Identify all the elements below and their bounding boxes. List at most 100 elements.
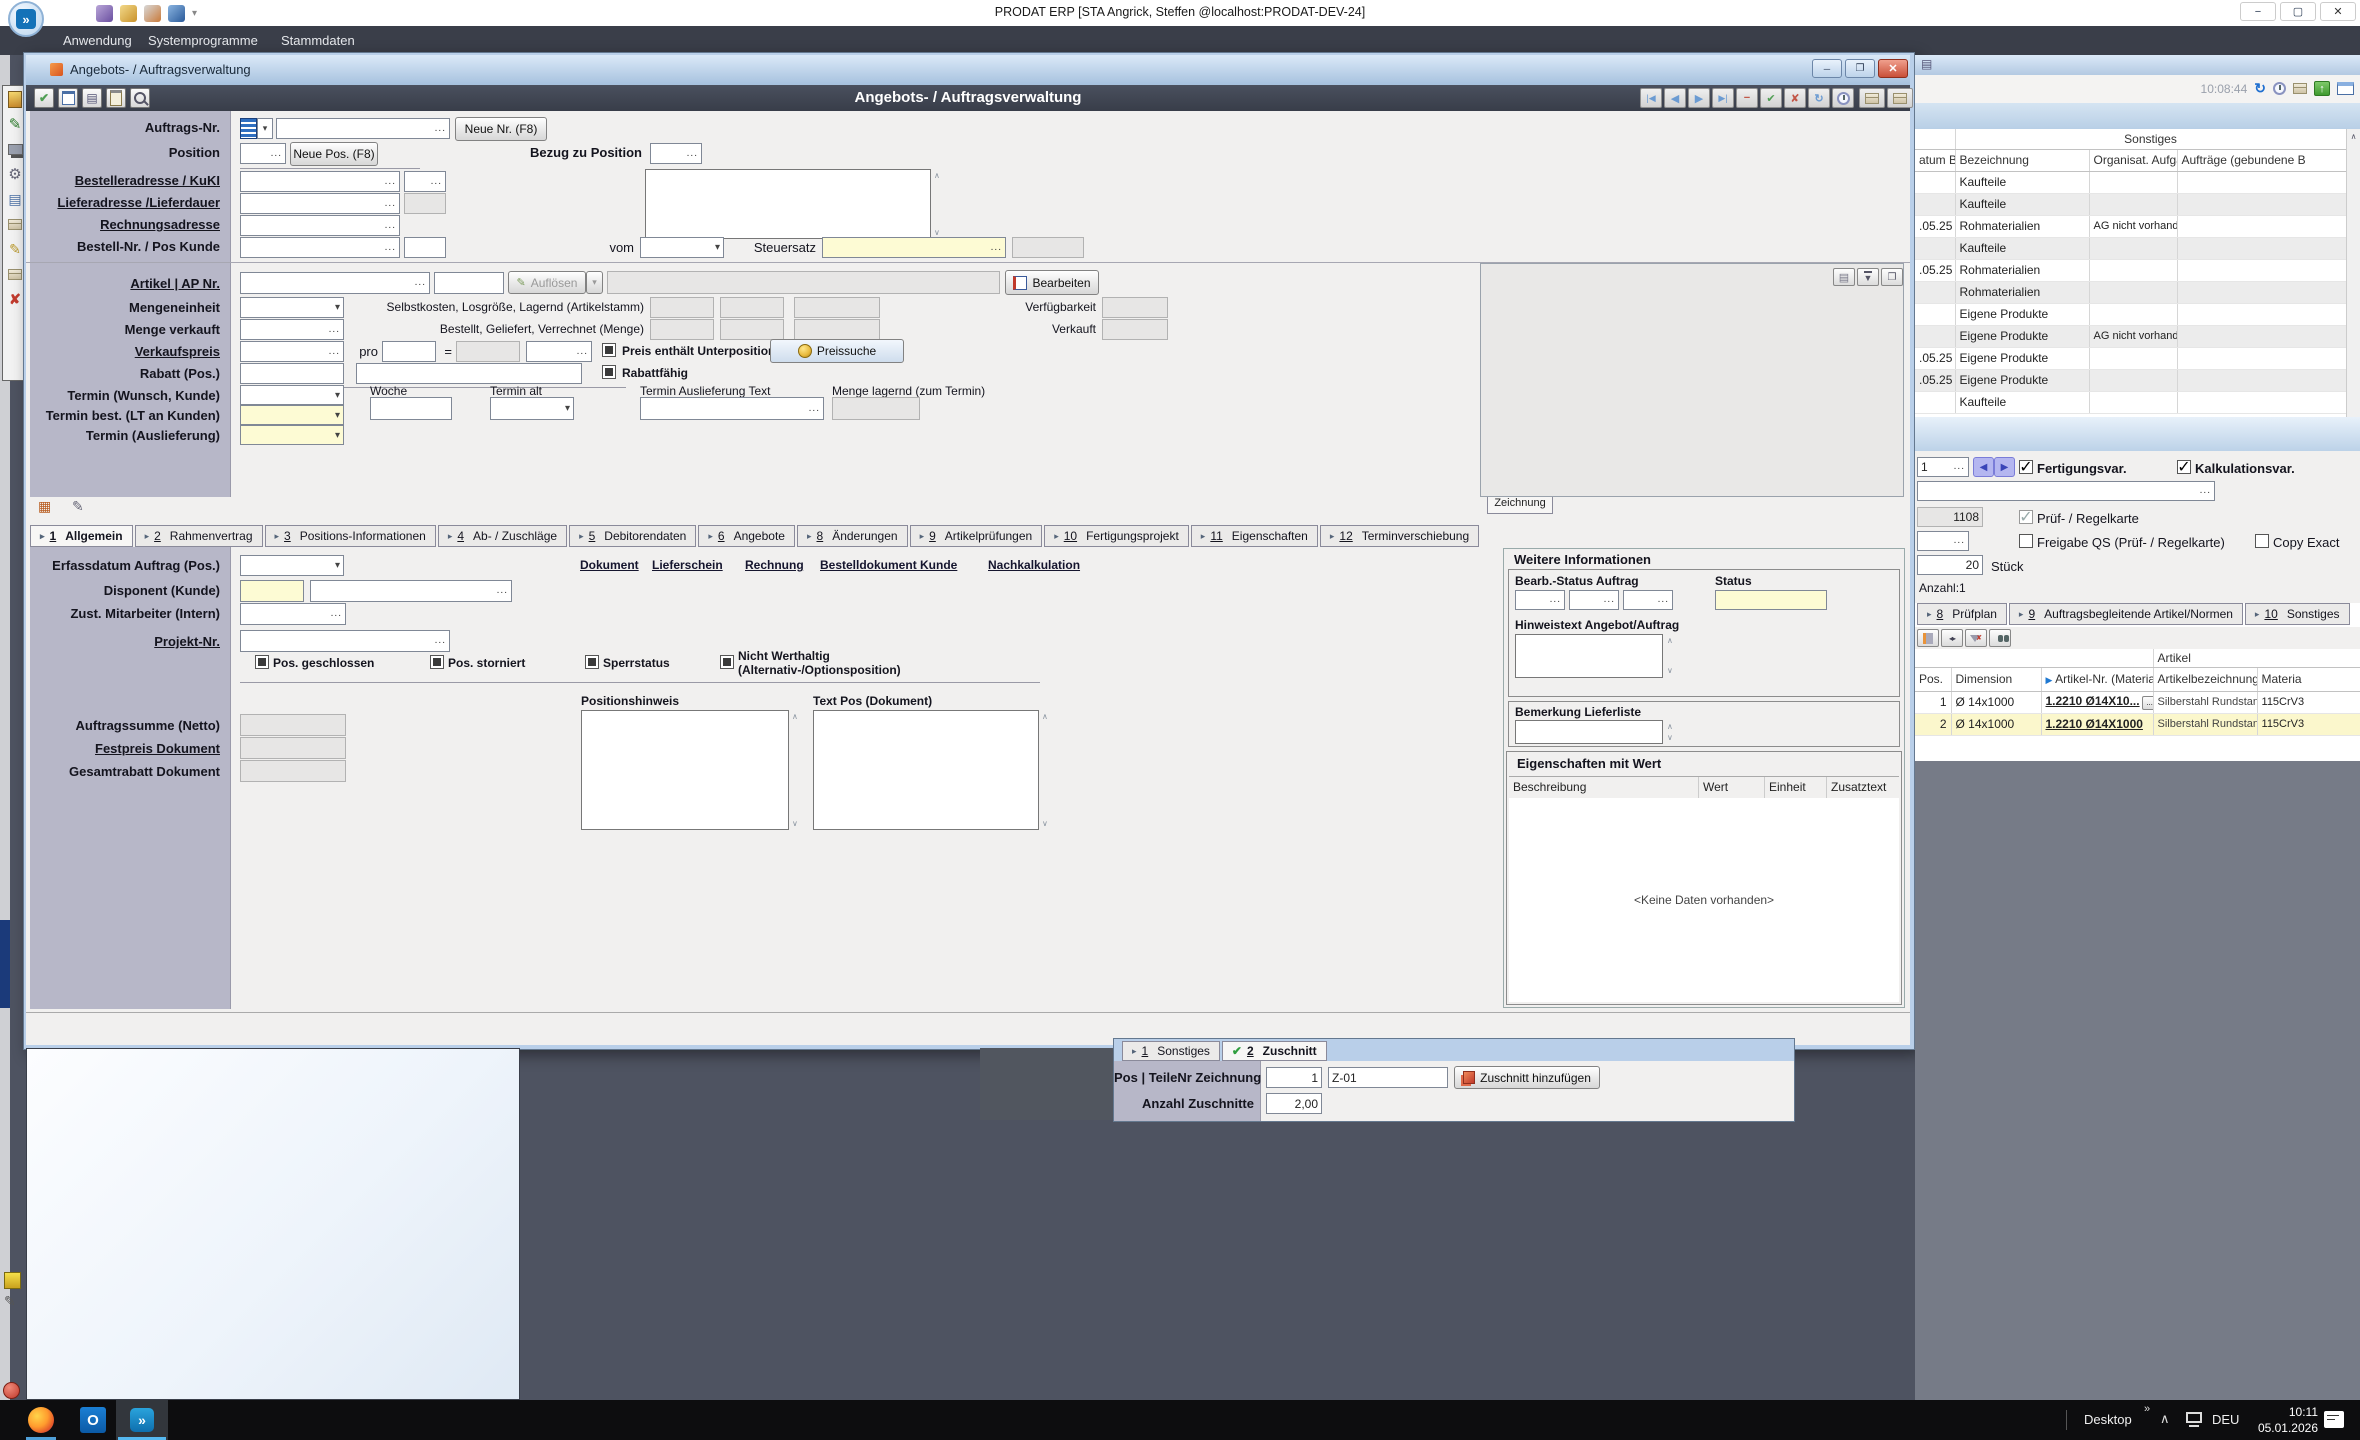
zeichnung-tab[interactable]: Zeichnung bbox=[1487, 497, 1553, 514]
firefox-icon[interactable] bbox=[28, 1407, 54, 1433]
preview-download-button[interactable] bbox=[1857, 268, 1879, 286]
col-material[interactable]: Materia bbox=[2257, 667, 2360, 691]
col-artikelbezeichnung[interactable]: Artikelbezeichnung bbox=[2153, 667, 2257, 691]
export-up-icon[interactable] bbox=[2314, 81, 2330, 96]
nicht-werthaltig-checkbox[interactable] bbox=[720, 655, 734, 669]
quick-access-more-icon[interactable] bbox=[192, 8, 197, 19]
projekt-nr-label[interactable]: Projekt-Nr. bbox=[30, 634, 220, 649]
paste-button[interactable] bbox=[106, 88, 126, 108]
tray-expand-icon[interactable] bbox=[2160, 1411, 2170, 1427]
fertigungsvar-checkbox[interactable] bbox=[2019, 460, 2033, 474]
neue-pos-button[interactable]: Neue Pos. (F8) bbox=[290, 142, 378, 166]
action-center-icon[interactable] bbox=[2324, 1411, 2344, 1428]
refresh-icon[interactable] bbox=[2254, 80, 2266, 97]
stock-button[interactable] bbox=[1859, 88, 1885, 108]
hinweistext-textarea[interactable] bbox=[1515, 634, 1663, 678]
preissuche-button[interactable]: Preissuche bbox=[770, 339, 904, 363]
termin-best-dropdown[interactable] bbox=[240, 405, 344, 425]
rabatt-text-input[interactable] bbox=[356, 363, 582, 384]
menu-stammdaten[interactable]: Stammdaten bbox=[281, 33, 355, 48]
auftrag-type-combo-arrow[interactable] bbox=[257, 118, 273, 139]
quick-access-icon-2[interactable] bbox=[120, 5, 137, 22]
auftrags-nr-input[interactable] bbox=[276, 118, 450, 139]
table-row[interactable]: .05.25Eigene Produkte bbox=[1915, 369, 2346, 391]
festpreis-label[interactable]: Festpreis Dokument bbox=[30, 741, 220, 756]
app-maximize-button[interactable] bbox=[2280, 2, 2316, 21]
clock-tray[interactable]: 10:11 05.01.2026 bbox=[2244, 1404, 2318, 1436]
dokument-link[interactable]: Dokument bbox=[580, 558, 639, 572]
network-icon[interactable] bbox=[2186, 1412, 2202, 1423]
table-row[interactable]: Kaufteile bbox=[1915, 193, 2346, 215]
col-artikel-nr[interactable]: Artikel-Nr. (Materia bbox=[2041, 667, 2153, 691]
zust-mitarbeiter-input[interactable] bbox=[240, 603, 346, 625]
preis-unterpositionen-checkbox[interactable] bbox=[602, 343, 616, 357]
quick-access-icon-3[interactable] bbox=[144, 5, 161, 22]
clock-icon[interactable] bbox=[2273, 82, 2286, 95]
table-row[interactable]: 1 Ø 14x1000 1.2210 Ø14X10...... Silberst… bbox=[1915, 691, 2360, 713]
table-row[interactable]: Eigene ProdukteAG nicht vorhanden bbox=[1915, 325, 2346, 347]
preis-gesamt-input[interactable] bbox=[526, 341, 592, 362]
table-row[interactable]: .05.25Rohmaterialien bbox=[1915, 259, 2346, 281]
scroll-up-icon[interactable] bbox=[1667, 637, 1673, 645]
package-icon[interactable] bbox=[7, 266, 24, 282]
nav-prev-button[interactable] bbox=[1664, 88, 1686, 108]
status-input[interactable] bbox=[1715, 590, 1827, 610]
prodat-taskbar-slot[interactable] bbox=[116, 1400, 168, 1440]
positionshinweis-textarea[interactable] bbox=[581, 710, 789, 830]
tab-terminverschiebung[interactable]: 12Terminverschiebung bbox=[1320, 525, 1479, 547]
search-button[interactable] bbox=[130, 88, 150, 108]
position-input[interactable] bbox=[240, 143, 286, 164]
quick-access-icon-4[interactable] bbox=[168, 5, 185, 22]
artikel-input[interactable] bbox=[240, 272, 430, 294]
address-textarea[interactable] bbox=[645, 169, 931, 239]
package-remove-icon[interactable] bbox=[7, 216, 24, 232]
stock-out-button[interactable] bbox=[1887, 88, 1913, 108]
refresh-button[interactable] bbox=[1808, 88, 1830, 108]
find-button[interactable] bbox=[1989, 629, 2011, 647]
confirm-button[interactable] bbox=[34, 88, 54, 108]
copy-button[interactable] bbox=[82, 88, 102, 108]
nachkalkulation-link[interactable]: Nachkalkulation bbox=[988, 558, 1080, 572]
variant-prev-button[interactable] bbox=[1973, 457, 1994, 477]
pos-geschlossen-checkbox[interactable] bbox=[255, 655, 269, 669]
table-row[interactable]: 2 Ø 14x1000 1.2210 Ø14X1000 Silberstahl … bbox=[1915, 713, 2360, 735]
app-close-button[interactable] bbox=[2320, 2, 2356, 21]
tab-fertigungsprojekt[interactable]: 10Fertigungsprojekt bbox=[1044, 525, 1189, 547]
tab-angebote[interactable]: 6Angebote bbox=[698, 525, 795, 547]
verkaufspreis-input[interactable] bbox=[240, 341, 344, 362]
tab-ab-zuschlaege[interactable]: 4Ab- / Zuschläge bbox=[438, 525, 567, 547]
kukl-input[interactable] bbox=[404, 171, 446, 192]
tab-sonstiges[interactable]: 1Sonstiges bbox=[1122, 1041, 1220, 1061]
language-indicator[interactable]: DEU bbox=[2212, 1412, 2239, 1427]
lieferschein-link[interactable]: Lieferschein bbox=[652, 558, 723, 572]
zuschnitt-hinzufuegen-button[interactable]: Zuschnitt hinzufügen bbox=[1454, 1066, 1600, 1089]
rabatt-input[interactable] bbox=[240, 363, 344, 384]
collapse-columns-button[interactable] bbox=[1941, 629, 1963, 647]
tab-positions-informationen[interactable]: 3Positions-Informationen bbox=[265, 525, 436, 547]
edit-tool-icon[interactable] bbox=[4, 1293, 16, 1310]
col-wert[interactable]: Wert bbox=[1699, 777, 1765, 799]
termin-alt-dropdown[interactable] bbox=[490, 397, 574, 420]
variant-name-input[interactable] bbox=[1917, 481, 2215, 501]
menge-verkauft-input[interactable] bbox=[240, 319, 344, 340]
col-organisat[interactable]: Organisat. Aufgabe bbox=[2089, 149, 2177, 171]
browse-button[interactable]: ... bbox=[2142, 696, 2153, 710]
scroll-down-icon[interactable] bbox=[934, 229, 940, 237]
document-preview-panel[interactable] bbox=[26, 1048, 520, 1400]
mengeneinheit-dropdown[interactable] bbox=[240, 297, 344, 318]
new-window-icon[interactable] bbox=[2337, 82, 2354, 95]
vertical-scrollbar[interactable] bbox=[2346, 129, 2360, 417]
bearbeiten-button[interactable]: Bearbeiten bbox=[1005, 270, 1099, 295]
stueck-input[interactable]: 20 bbox=[1917, 555, 1983, 575]
anzahl-zuschnitte-input[interactable]: 2,00 bbox=[1266, 1093, 1322, 1114]
window-restore-button[interactable] bbox=[1845, 59, 1875, 78]
table-row[interactable]: Kaufteile bbox=[1915, 391, 2346, 413]
table-row[interactable]: .05.25Eigene Produkte bbox=[1915, 347, 2346, 369]
quick-access-icon-1[interactable] bbox=[96, 5, 113, 22]
menu-systemprogramme[interactable]: Systemprogramme bbox=[148, 33, 258, 48]
textpos-textarea[interactable] bbox=[813, 710, 1039, 830]
scroll-up-icon[interactable] bbox=[1667, 723, 1673, 731]
cart-icon[interactable] bbox=[7, 141, 24, 157]
pos-storniert-checkbox[interactable] bbox=[430, 655, 444, 669]
tab-artikelpruefungen[interactable]: 9Artikelprüfungen bbox=[910, 525, 1043, 547]
